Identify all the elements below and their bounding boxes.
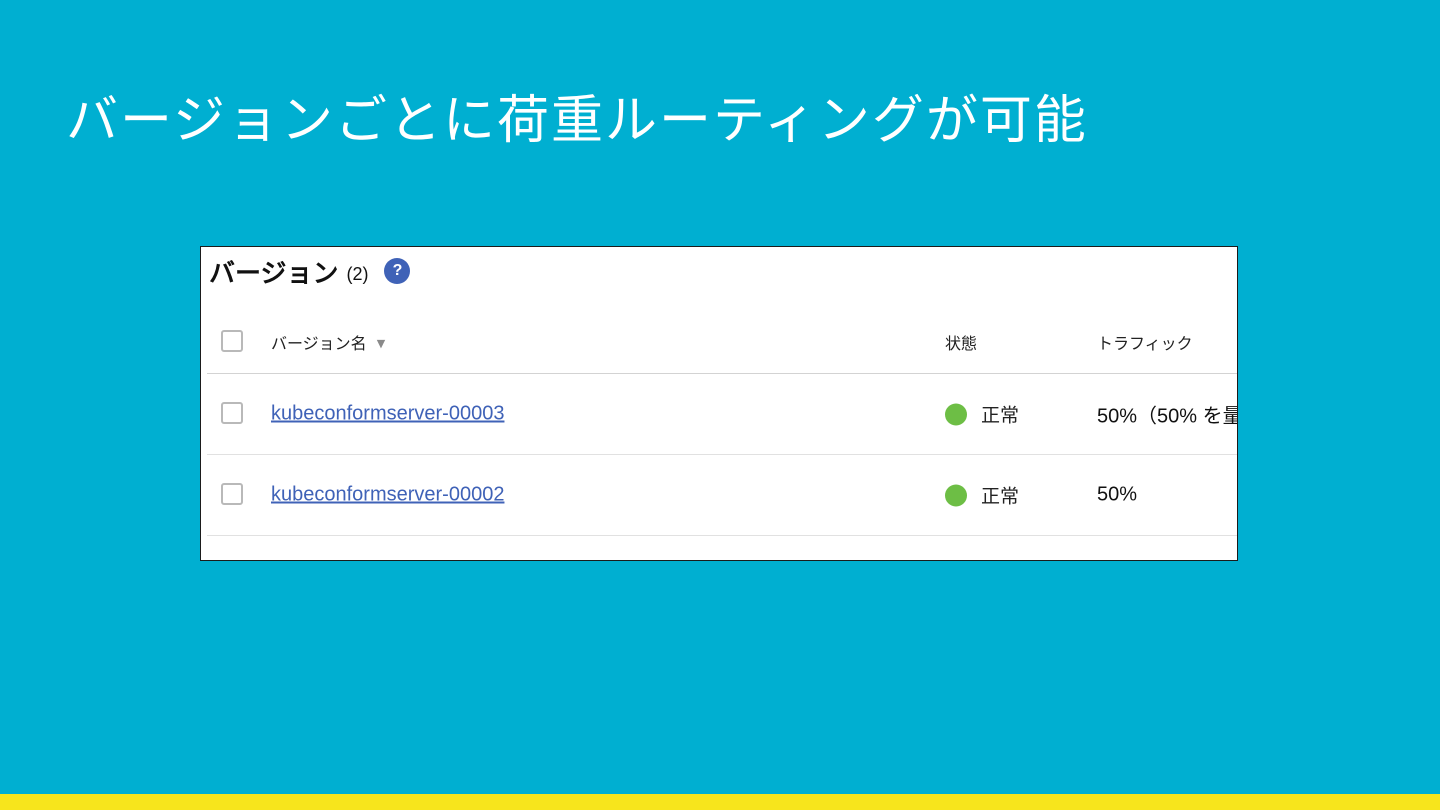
table-row: kubeconformserver-00002 正常 50% — [207, 455, 1237, 536]
column-header-name[interactable]: バージョン名 ▼ — [271, 330, 385, 354]
version-count: (2) — [346, 263, 369, 284]
table-header-row: バージョン名 ▼ 状態 トラフィック — [207, 311, 1237, 374]
status-ok-icon — [945, 403, 967, 425]
accent-bar — [0, 794, 1440, 810]
column-header-traffic: トラフィック — [1097, 334, 1193, 353]
version-name-link[interactable]: kubeconformserver-00003 — [271, 403, 504, 426]
versions-panel: バージョン (2) ? バージョン名 ▼ 状態 トラフィック kubeconfor… — [200, 246, 1238, 561]
row-checkbox[interactable] — [221, 402, 243, 424]
status-text: 正常 — [981, 404, 1020, 427]
status-ok-icon — [945, 484, 967, 506]
select-all-checkbox[interactable] — [221, 330, 243, 352]
traffic-value: 50%（50% を量 — [1097, 405, 1238, 428]
panel-title: バージョン — [209, 258, 339, 289]
status-cell: 正常 — [945, 401, 1019, 428]
column-header-status: 状態 — [945, 334, 978, 353]
status-text: 正常 — [981, 485, 1020, 508]
status-cell: 正常 — [945, 482, 1019, 509]
row-checkbox[interactable] — [221, 483, 243, 505]
sort-descending-icon[interactable]: ▼ — [377, 337, 385, 350]
help-icon[interactable]: ? — [384, 258, 411, 284]
traffic-value: 50% — [1097, 483, 1138, 506]
version-name-link[interactable]: kubeconformserver-00002 — [271, 484, 504, 507]
slide-title: バージョンごとに荷重ルーティングが可能 — [66, 91, 1088, 151]
panel-header: バージョン (2) ? — [209, 253, 411, 289]
table-row: kubeconformserver-00003 正常 50%（50% を量 — [207, 374, 1237, 455]
column-header-name-label: バージョン名 — [271, 334, 367, 353]
